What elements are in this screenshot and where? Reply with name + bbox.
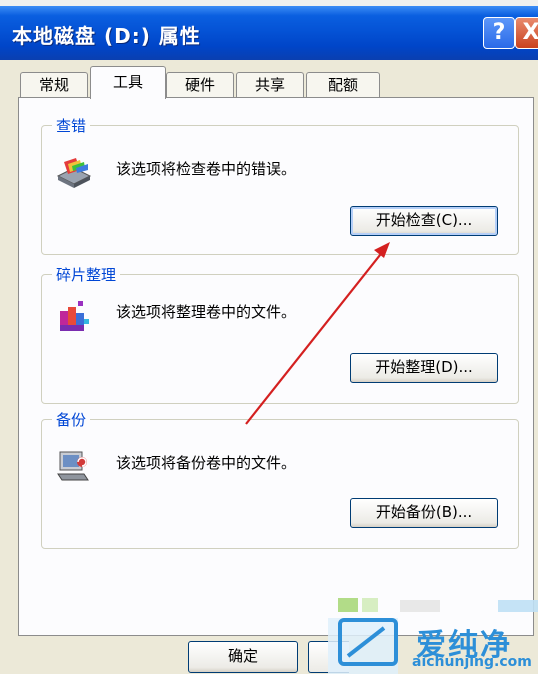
group-label-backup: 备份 [52, 409, 91, 430]
tab-sharing[interactable]: 共享 [236, 72, 304, 98]
help-button[interactable]: ? [483, 17, 515, 49]
defrag-description: 该选项将整理卷中的文件。 [116, 303, 297, 321]
group-defrag: 碎片整理 该选项将整理卷中的文件。 开始整理(D)... [41, 264, 519, 404]
disk-check-icon [56, 158, 92, 188]
tab-general[interactable]: 常规 [20, 72, 88, 98]
error-check-description: 该选项将检查卷中的错误。 [116, 160, 297, 178]
group-label-error-check: 查错 [52, 115, 91, 136]
window-title: 本地磁盘 (D:) 属性 [12, 24, 201, 48]
backup-icon [57, 451, 89, 481]
backup-description: 该选项将备份卷中的文件。 [116, 454, 297, 472]
properties-dialog: 本地磁盘 (D:) 属性 ? X 常规 工具 硬件 共享 配额 查错 该选项将检… [0, 6, 538, 674]
title-bar[interactable]: 本地磁盘 (D:) 属性 ? X [0, 6, 538, 60]
group-label-defrag: 碎片整理 [52, 264, 121, 285]
start-check-button[interactable]: 开始检查(C)... [350, 206, 498, 236]
watermark-url: aichunjing.com [412, 654, 532, 670]
start-defrag-button[interactable]: 开始整理(D)... [350, 353, 498, 383]
group-error-check: 查错 该选项将检查卷中的错误。 开始检查(C)... [41, 115, 519, 255]
tab-tools[interactable]: 工具 [90, 66, 166, 99]
close-button[interactable]: X [515, 17, 538, 49]
tab-hardware[interactable]: 硬件 [166, 72, 234, 98]
defrag-icon [60, 301, 89, 331]
tab-panel-tools: 查错 该选项将检查卷中的错误。 开始检查(C)... 碎片整理 该选项将整理卷中… [18, 97, 534, 636]
start-backup-button[interactable]: 开始备份(B)... [350, 498, 498, 528]
tab-quota[interactable]: 配额 [306, 72, 380, 98]
group-backup: 备份 该选项将备份卷中的文件。 开始备份(B)... [41, 409, 519, 549]
ok-button[interactable]: 确定 [188, 641, 298, 673]
